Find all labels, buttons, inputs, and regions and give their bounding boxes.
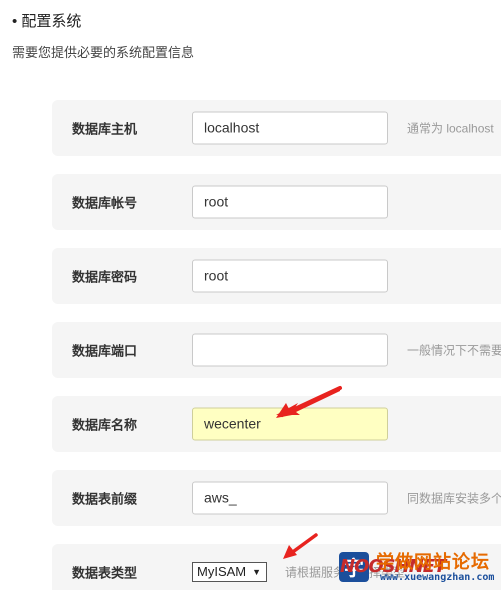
db-port-input[interactable] (192, 333, 388, 367)
annotation-arrow-icon (276, 386, 342, 418)
db-user-label: 数据库帐号 (72, 195, 138, 211)
db-name-label: 数据库名称 (72, 417, 138, 433)
db-engine-select[interactable]: MyISAM ▼ (192, 562, 267, 582)
db-password-input[interactable]: root (192, 259, 388, 293)
db-prefix-hint: 同数据库安装多个 (407, 491, 501, 506)
db-engine-selected: MyISAM (197, 564, 247, 579)
db-prefix-input[interactable]: aws_ (192, 481, 388, 515)
db-port-hint: 一般情况下不需要 (407, 343, 501, 358)
annotation-arrow-icon (283, 533, 318, 559)
db-engine-label: 数据表类型 (72, 565, 138, 581)
watermark-brand: 学做网站论坛 (376, 552, 490, 573)
db-host-label: 数据库主机 (72, 121, 138, 137)
watermark-url: www.xuewangzhan.com (380, 572, 495, 583)
chevron-down-icon: ▼ (252, 567, 261, 577)
db-host-hint: 通常为 localhost (407, 121, 494, 136)
watermark: 字 NOOSHNET 学做网站论坛 www.xuewangzhan.com (336, 546, 501, 590)
db-prefix-label: 数据表前缀 (72, 491, 138, 507)
db-port-label: 数据库端口 (72, 343, 138, 359)
db-prefix-row: 数据表前缀 aws_ 同数据库安装多个 (52, 470, 501, 526)
db-password-label: 数据库密码 (72, 269, 138, 285)
db-host-input[interactable]: localhost (192, 111, 388, 145)
db-user-input[interactable]: root (192, 185, 388, 219)
db-password-row: 数据库密码 root (52, 248, 501, 304)
db-user-row: 数据库帐号 root (52, 174, 501, 230)
section-title: • 配置系统 (12, 13, 82, 30)
db-host-row: 数据库主机 localhost 通常为 localhost (52, 100, 501, 156)
section-description: 需要您提供必要的系统配置信息 (12, 45, 195, 60)
db-port-row: 数据库端口 一般情况下不需要 (52, 322, 501, 378)
